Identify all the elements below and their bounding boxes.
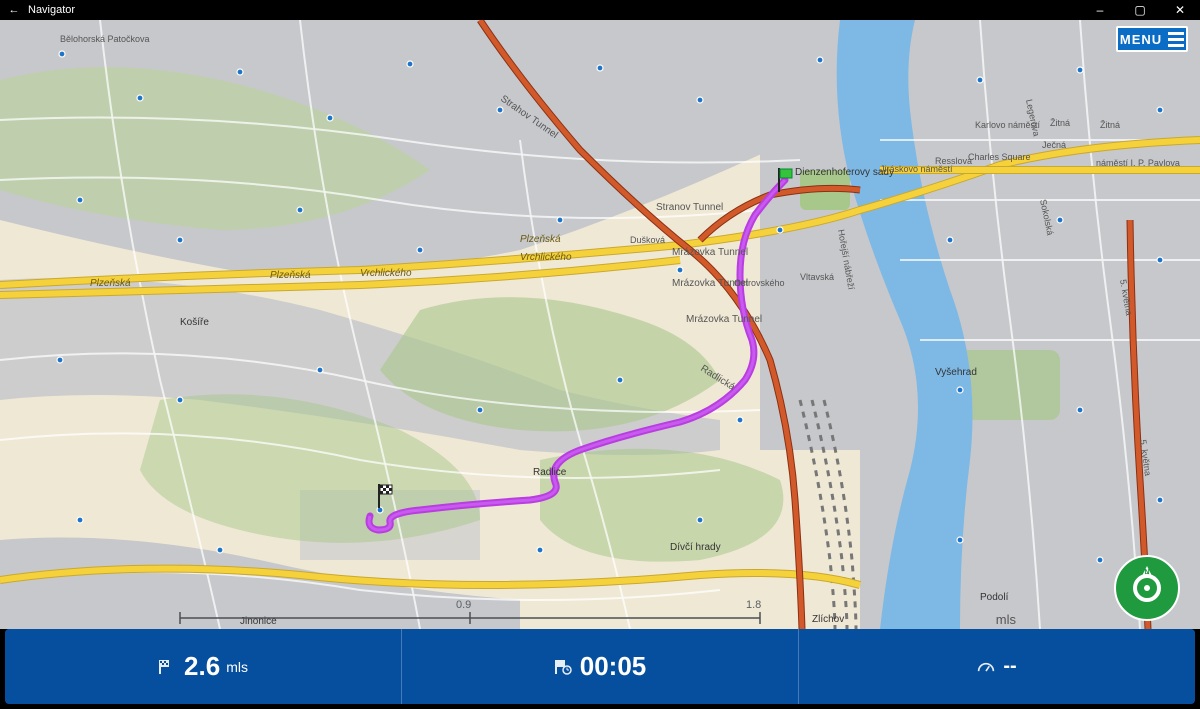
destination-flag-icon bbox=[376, 484, 394, 508]
svg-text:Ostrovského: Ostrovského bbox=[734, 278, 785, 288]
time-icon bbox=[554, 658, 572, 676]
svg-text:N: N bbox=[1144, 569, 1149, 576]
close-button[interactable]: ✕ bbox=[1160, 3, 1200, 17]
start-flag-icon bbox=[776, 168, 794, 192]
map-canvas[interactable]: Bělohorská Patočkova Košíře Plzeňská Plz… bbox=[0, 20, 1200, 629]
menu-label: MENU bbox=[1120, 32, 1162, 47]
eta-cell[interactable]: -- bbox=[799, 629, 1195, 704]
svg-text:Mrázovka Tunnel: Mrázovka Tunnel bbox=[686, 314, 762, 325]
minimize-button[interactable]: – bbox=[1080, 3, 1120, 17]
svg-text:Mrázovka Tunnel: Mrázovka Tunnel bbox=[672, 247, 748, 258]
window-titlebar: ← Navigator – ▢ ✕ bbox=[0, 0, 1200, 20]
svg-text:Plzeňská: Plzeňská bbox=[90, 278, 131, 289]
svg-text:Vyšehrad: Vyšehrad bbox=[935, 367, 977, 378]
maximize-button[interactable]: ▢ bbox=[1120, 3, 1160, 17]
status-bar: 2.6 mls 00:05 -- bbox=[5, 629, 1195, 704]
distance-unit: mls bbox=[226, 659, 248, 675]
window-title: Navigator bbox=[28, 4, 75, 16]
svg-text:Ječná: Ječná bbox=[1042, 140, 1066, 150]
svg-text:Vltavská: Vltavská bbox=[800, 272, 834, 282]
svg-text:Plzeňská: Plzeňská bbox=[520, 234, 561, 245]
time-value: 00:05 bbox=[580, 651, 647, 682]
hamburger-icon bbox=[1168, 32, 1184, 47]
distance-value: 2.6 bbox=[184, 651, 220, 682]
svg-text:1.8: 1.8 bbox=[746, 599, 761, 611]
scale-unit: mls bbox=[996, 612, 1016, 627]
svg-text:Zlíchov: Zlíchov bbox=[812, 614, 844, 625]
svg-text:Žitná: Žitná bbox=[1100, 120, 1120, 130]
speed-icon bbox=[977, 658, 995, 676]
compass-button[interactable]: N bbox=[1114, 555, 1180, 621]
time-cell[interactable]: 00:05 bbox=[402, 629, 799, 704]
back-button[interactable]: ← bbox=[0, 4, 28, 16]
svg-text:Podolí: Podolí bbox=[980, 592, 1009, 603]
svg-text:Stranov Tunnel: Stranov Tunnel bbox=[656, 202, 723, 213]
svg-text:0.9: 0.9 bbox=[456, 599, 471, 611]
svg-text:Dívčí hrady: Dívčí hrady bbox=[670, 542, 721, 553]
svg-text:Dušková: Dušková bbox=[630, 235, 665, 245]
svg-text:Radlice: Radlice bbox=[533, 467, 567, 478]
distance-icon bbox=[158, 658, 176, 676]
svg-text:Resslova: Resslova bbox=[935, 156, 972, 166]
eta-value: -- bbox=[1003, 655, 1016, 678]
svg-text:Vrchlického: Vrchlického bbox=[360, 268, 412, 279]
svg-text:Charles Square: Charles Square bbox=[968, 152, 1031, 162]
svg-text:Košíře: Košíře bbox=[180, 317, 209, 328]
svg-text:Žitná: Žitná bbox=[1050, 118, 1070, 128]
svg-text:Plzeňská: Plzeňská bbox=[270, 270, 311, 281]
svg-text:Bělohorská Patočkova: Bělohorská Patočkova bbox=[60, 34, 150, 44]
svg-text:Vrchlického: Vrchlického bbox=[520, 252, 572, 263]
svg-text:náměstí I. P. Pavlova: náměstí I. P. Pavlova bbox=[1096, 158, 1180, 168]
menu-button[interactable]: MENU bbox=[1116, 26, 1188, 52]
distance-cell[interactable]: 2.6 mls bbox=[5, 629, 402, 704]
